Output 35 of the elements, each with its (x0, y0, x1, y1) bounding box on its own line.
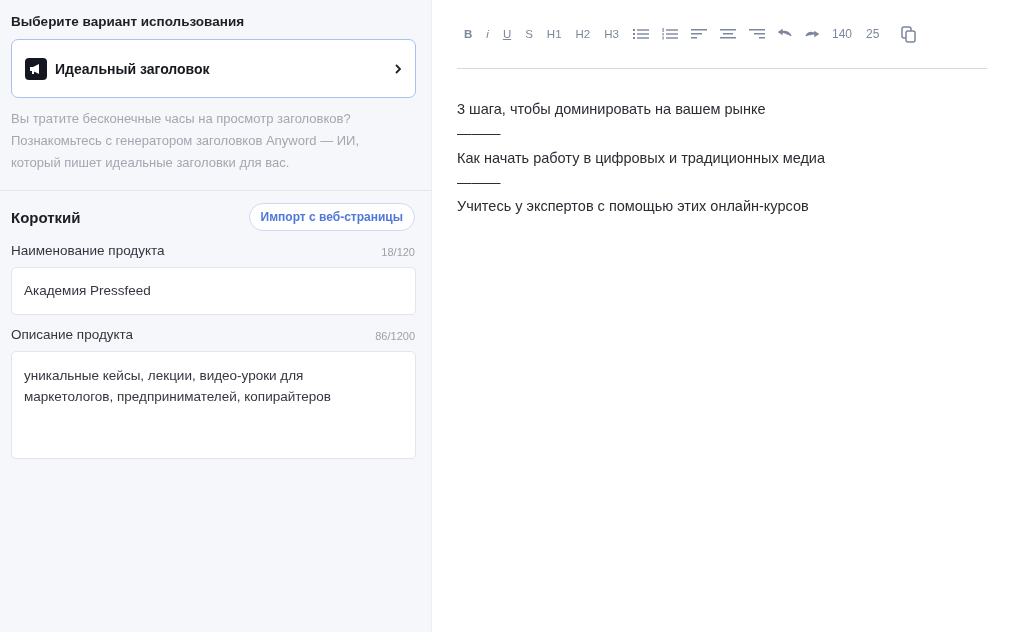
input-field[interactable]: Академия Pressfeed (11, 267, 416, 315)
section-title: Короткий (11, 208, 81, 226)
megaphone-icon (25, 57, 47, 80)
editor-text-line: 3 шага, чтобы доминировать на вашем рынке (457, 100, 767, 119)
import-button[interactable]: Импорт с веб-страницы (248, 203, 415, 231)
format-button[interactable]: U (502, 28, 512, 40)
align-right-icon[interactable] (748, 28, 765, 40)
character-counter: 18/120 (381, 246, 415, 258)
align-center-icon[interactable] (719, 28, 736, 40)
editor-text-line: Учитесь у экспертов с помощью этих онлайн-курсов (457, 197, 810, 217)
align-left-icon[interactable] (690, 28, 707, 40)
numbered-list-icon[interactable] (661, 28, 678, 40)
use-case-selector[interactable]: Идеальный заголовок (11, 39, 416, 98)
section-heading: Выберите вариант использования (11, 14, 246, 29)
count-label: 140 (831, 27, 852, 41)
format-button[interactable]: i (486, 28, 489, 40)
field-label: Наименование продукта (11, 243, 165, 258)
field-label: Описание продукта (11, 327, 134, 342)
count-label: 25 (866, 27, 880, 41)
textarea-field[interactable]: уникальные кейсы, лекции, видео-уроки для маркетологов, предпринимателей, копирайтеров (11, 351, 416, 459)
redo-icon[interactable] (804, 29, 819, 39)
format-button[interactable]: H2 (575, 28, 591, 40)
editor-text-line: Как начать работу в цифровых и традиционных медиа (457, 148, 826, 168)
copy-icon[interactable] (901, 25, 917, 43)
description-text: Вы тратите бесконечные часы на просмотр заголовков? Познакомьтесь с генератором заголовков Anyword — ИИ, который пишет идеальные заголовки для вас. (11, 110, 361, 172)
editor-text-line: ——— (457, 124, 502, 144)
format-button[interactable]: B (464, 28, 473, 40)
undo-icon[interactable] (777, 29, 792, 39)
format-button[interactable]: H3 (604, 28, 619, 40)
format-button[interactable]: H1 (546, 28, 562, 40)
chevron-right-icon (394, 62, 402, 75)
format-button[interactable]: S (525, 28, 533, 40)
character-counter: 86/1200 (375, 330, 415, 342)
bullet-list-icon[interactable] (632, 28, 649, 40)
editor-text-line: ——— (457, 172, 502, 192)
